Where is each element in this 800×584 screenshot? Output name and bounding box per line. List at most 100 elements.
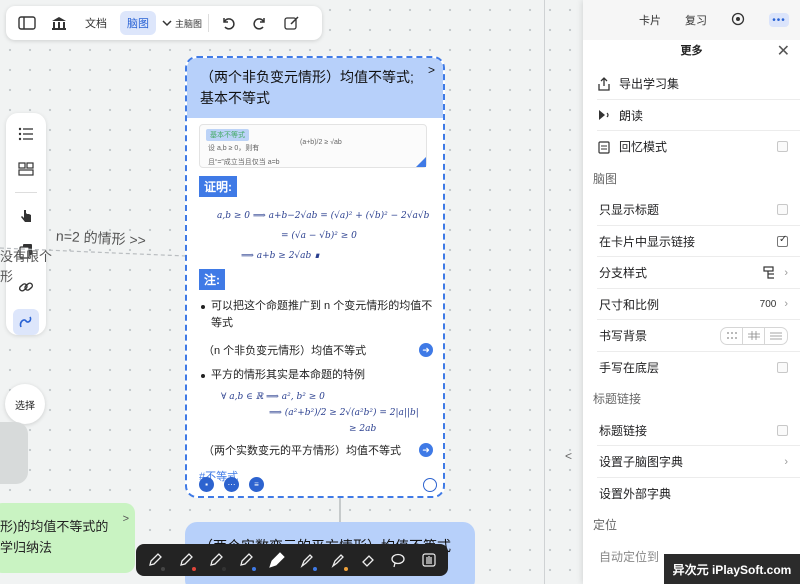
read-aloud-row[interactable]: 朗读 — [583, 100, 800, 132]
card-link[interactable]: （两个实数变元的平方情形）均值不等式 ➜ — [199, 442, 433, 458]
pen-red-icon[interactable] — [172, 547, 200, 573]
row-label: 设置子脑图字典 — [599, 455, 684, 470]
top-toolbar: 文档 脑图 主脑图 — [6, 6, 322, 40]
close-icon[interactable]: ✕ — [777, 44, 790, 60]
linked-card-thumbnail[interactable]: 基本不等式 设 a,b ≥ 0，则有 (a+b)/2 ≥ √ab 且“=”成立当… — [199, 124, 427, 168]
pen-blue-icon[interactable] — [232, 547, 260, 573]
more-panel: 卡片 复习 ••• 更多 ✕ 导出学习集 朗读 回忆模式 脑图 只显示标题 在卡… — [583, 0, 800, 584]
title-link-checkbox[interactable] — [777, 424, 788, 436]
chevron-right-icon[interactable]: > — [428, 60, 435, 81]
more-options-icon[interactable]: ••• — [769, 13, 789, 27]
branch-style-row[interactable]: 分支样式 › — [583, 257, 800, 289]
hand-pointer-icon[interactable] — [13, 203, 39, 229]
handwriting-bottom-row[interactable]: 手写在底层 — [583, 352, 800, 384]
row-value: › — [762, 266, 788, 280]
pen-selected-icon[interactable] — [263, 547, 291, 573]
pen-dark-icon[interactable] — [202, 547, 230, 573]
chevron-right-icon: › — [784, 266, 788, 279]
card-link[interactable]: （n 个非负变元情形）均值不等式 ➜ — [199, 342, 433, 358]
chevron-right-icon[interactable]: > — [123, 509, 129, 530]
panel-tab-bar: 卡片 复习 ••• — [583, 0, 800, 40]
settings-icon[interactable] — [731, 12, 745, 29]
row-label: 设置外部字典 — [599, 486, 672, 501]
export-icon — [598, 76, 610, 91]
arrow-right-icon[interactable]: ➜ — [419, 343, 433, 357]
row-value: 700 › — [760, 298, 788, 310]
card-link-label: （两个实数变元的平方情形）均值不等式 — [203, 445, 401, 457]
mindmap-dropdown[interactable]: 主脑图 — [162, 17, 202, 30]
layout-icon[interactable] — [13, 157, 39, 183]
list-icon[interactable] — [13, 121, 39, 147]
handwriting-line: a,b ≥ 0 ⟹ a+b−2√ab = (√a)² + (√b)² − 2√a… — [217, 211, 430, 221]
edge-partial-label: 没有限个 形 — [0, 249, 53, 284]
row-label: 自动定位到 — [599, 549, 660, 564]
section-label: 定位 — [593, 518, 618, 533]
freehand-draw-icon[interactable] — [13, 309, 39, 335]
drawing-toolbar — [136, 544, 448, 576]
recall-mode-row[interactable]: 回忆模式 — [583, 131, 800, 163]
show-links-in-card-row[interactable]: 在卡片中显示链接 — [583, 226, 800, 258]
chevron-left-icon[interactable]: < — [565, 449, 572, 463]
lasso-icon[interactable] — [384, 547, 412, 573]
show-title-only-row[interactable]: 只显示标题 — [583, 194, 800, 226]
section-label: 脑图 — [593, 171, 618, 186]
note-heading: 注: — [199, 269, 225, 290]
pen-black-icon[interactable] — [141, 547, 169, 573]
row-label: 只显示标题 — [599, 203, 660, 218]
size-ratio-row[interactable]: 尺寸和比例 700 › — [583, 289, 800, 321]
branch-icon[interactable]: ⋯ — [224, 477, 239, 492]
background-pattern-selector — [720, 326, 788, 345]
resize-handle-icon[interactable] — [423, 478, 437, 492]
row-lead: 导出学习集 — [597, 75, 679, 92]
highlighter-blue-icon[interactable] — [293, 547, 321, 573]
hand-tool-icon[interactable] — [415, 547, 443, 573]
grid-pattern-icon[interactable] — [743, 327, 765, 344]
clipboard-icon — [598, 141, 610, 154]
edit-icon[interactable] — [279, 10, 305, 36]
row-label: 分支样式 — [599, 266, 648, 281]
redo-icon[interactable] — [247, 10, 273, 36]
card-body: 基本不等式 设 a,b ≥ 0，则有 (a+b)/2 ≥ √ab 且“=”成立当… — [187, 118, 443, 484]
show-title-only-checkbox[interactable] — [777, 204, 788, 216]
undo-icon[interactable] — [215, 10, 241, 36]
recall-mode-checkbox[interactable] — [777, 141, 788, 153]
handwriting-bottom-checkbox[interactable] — [777, 361, 788, 373]
comment-icon[interactable]: ▪ — [199, 477, 214, 492]
page-fold-icon — [416, 157, 426, 167]
toolbar-divider — [208, 14, 210, 32]
bullet-dot — [201, 305, 205, 309]
tab-card[interactable]: 卡片 — [639, 12, 661, 28]
settings-list: 导出学习集 朗读 回忆模式 脑图 只显示标题 在卡片中显示链接 ✓ 分支样式 ›… — [583, 68, 800, 572]
dots-pattern-icon[interactable] — [721, 327, 743, 344]
thumbnail-tag: 基本不等式 — [206, 129, 249, 141]
tab-review[interactable]: 复习 — [685, 12, 707, 28]
select-button[interactable]: 选择 — [5, 384, 45, 424]
bullet-text: 平方的情形其实是本命题的特例 — [211, 369, 365, 381]
export-study-set-row[interactable]: 导出学习集 — [583, 68, 800, 100]
selected-card[interactable]: （两个非负变元情形）均值不等式; 基本不等式 > 基本不等式 设 a,b ≥ 0… — [185, 56, 445, 498]
show-links-checkbox[interactable] — [777, 234, 788, 247]
speaker-icon — [599, 110, 609, 121]
tab-mindmap[interactable]: 脑图 — [120, 11, 156, 35]
card-header[interactable]: （两个非负变元情形）均值不等式; 基本不等式 > — [187, 58, 443, 118]
green-card-title: 形)的均值不等式的 学归纳法 — [0, 519, 109, 555]
tab-document[interactable]: 文档 — [78, 11, 114, 35]
row-label: 回忆模式 — [619, 140, 668, 155]
lines-pattern-icon[interactable] — [765, 328, 787, 344]
highlighter-orange-icon[interactable] — [324, 547, 352, 573]
collapse-icon[interactable]: ≡ — [249, 477, 264, 492]
sidebar-toggle-icon[interactable] — [14, 10, 40, 36]
external-dictionary-row[interactable]: 设置外部字典 — [583, 478, 800, 510]
arrow-right-icon[interactable]: ➜ — [419, 443, 433, 457]
title-link-row[interactable]: 标题链接 — [583, 415, 800, 447]
sub-mindmap-dictionary-row[interactable]: 设置子脑图字典 › — [583, 446, 800, 478]
thumbnail-line: 设 a,b ≥ 0，则有 — [208, 145, 260, 152]
handwriting-line: ⟹ (a²+b²)/2 ≥ 2√(a²b²) = 2|a||b| — [269, 408, 419, 418]
collapsed-node[interactable] — [0, 422, 28, 484]
library-icon[interactable] — [46, 10, 72, 36]
row-label: 尺寸和比例 — [599, 297, 660, 312]
card-title: （两个非负变元情形）均值不等式; 基本不等式 — [200, 69, 414, 106]
eraser-icon[interactable] — [354, 547, 382, 573]
chevron-down-icon — [162, 20, 172, 27]
green-card-node[interactable]: 形)的均值不等式的 学归纳法 > — [0, 503, 135, 573]
